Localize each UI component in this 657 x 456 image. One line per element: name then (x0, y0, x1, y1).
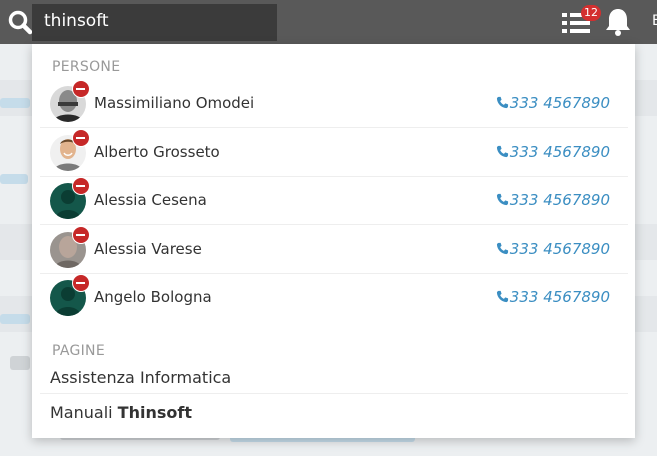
person-row[interactable]: Alberto Grosseto 333 4567890 (40, 129, 628, 177)
background-link (0, 98, 30, 108)
phone-icon (496, 145, 508, 158)
notification-badge: 12 (581, 5, 601, 21)
search-icon[interactable] (8, 10, 34, 36)
phone-link[interactable]: 333 4567890 (496, 94, 610, 112)
person-row[interactable]: Alessia Varese 333 4567890 (40, 226, 628, 274)
person-row[interactable]: Angelo Bologna 333 4567890 (40, 274, 628, 322)
search-results-dropdown: PERSONE Massimiliano Omodei 333 4567890 (32, 44, 635, 438)
person-name: Massimiliano Omodei (94, 94, 255, 112)
page-result-item[interactable]: Manuali Thinsoft (40, 396, 628, 429)
background-link (0, 174, 28, 184)
phone-icon (496, 242, 508, 255)
busy-status-icon (72, 226, 90, 244)
phone-link[interactable]: 333 4567890 (496, 288, 610, 306)
busy-status-icon (72, 80, 90, 98)
phone-number: 333 4567890 (509, 288, 610, 306)
phone-number: 333 4567890 (509, 191, 610, 209)
phone-number: 333 4567890 (509, 143, 610, 161)
phone-icon (496, 193, 508, 206)
user-menu[interactable]: E (652, 13, 657, 29)
bell-icon[interactable] (604, 7, 632, 37)
person-row[interactable]: Alessia Cesena 333 4567890 (40, 177, 628, 225)
phone-number: 333 4567890 (509, 240, 610, 258)
phone-icon (496, 290, 508, 303)
page-result-label: Manuali (50, 403, 118, 422)
search-input[interactable]: thinsoft (32, 4, 277, 41)
phone-link[interactable]: 333 4567890 (496, 191, 610, 209)
top-bar: thinsoft 12 E (0, 0, 657, 44)
page-result-item[interactable]: Assistenza Informatica (40, 361, 628, 394)
page-result-highlight: Thinsoft (117, 403, 192, 422)
phone-icon (496, 96, 508, 109)
person-name: Alessia Cesena (94, 191, 207, 209)
page-result-label: Assistenza Informatica (50, 368, 232, 387)
persons-section-title: PERSONE (52, 59, 121, 75)
phone-link[interactable]: 333 4567890 (496, 143, 610, 161)
busy-status-icon (72, 177, 90, 195)
background-link (0, 314, 30, 324)
busy-status-icon (72, 129, 90, 147)
phone-number: 333 4567890 (509, 94, 610, 112)
pages-section-title: PAGINE (52, 343, 105, 359)
person-name: Alberto Grosseto (94, 143, 220, 161)
person-name: Alessia Varese (94, 240, 202, 258)
person-name: Angelo Bologna (94, 288, 212, 306)
phone-link[interactable]: 333 4567890 (496, 240, 610, 258)
background-text (10, 356, 30, 370)
busy-status-icon (72, 274, 90, 292)
person-row[interactable]: Massimiliano Omodei 333 4567890 (40, 80, 628, 128)
